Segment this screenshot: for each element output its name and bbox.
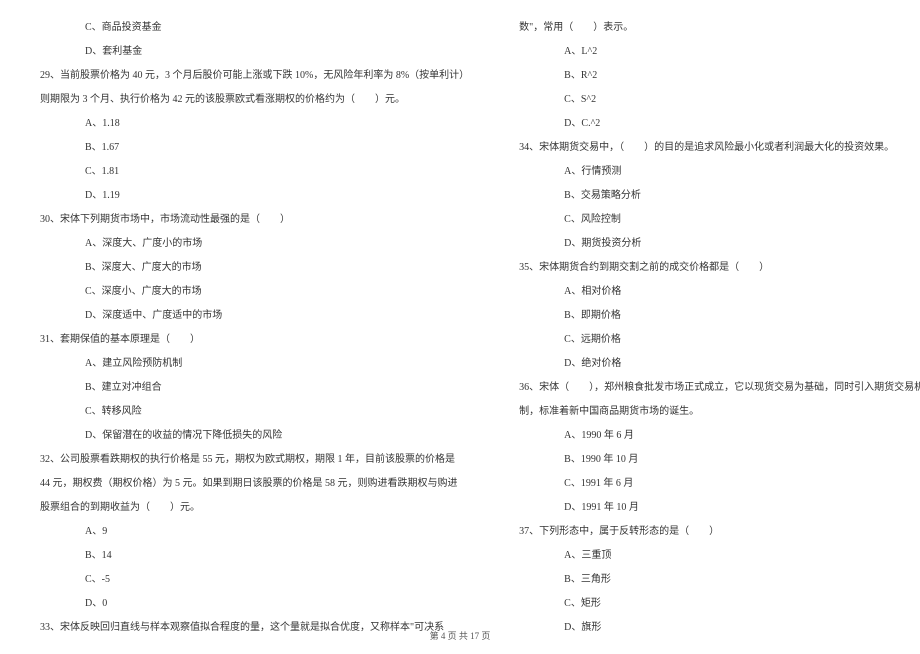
text-line: B、R^2 [519, 68, 920, 84]
text-line: B、14 [40, 548, 469, 564]
text-line: A、深度大、广度小的市场 [40, 236, 469, 252]
text-line: C、转移风险 [40, 404, 469, 420]
text-line: D、期货投资分析 [519, 236, 920, 252]
text-line: A、三重顶 [519, 548, 920, 564]
text-line: A、1.18 [40, 116, 469, 132]
left-column: C、商品投资基金 D、套利基金 29、当前股票价格为 40 元，3 个月后股价可能上… [40, 20, 469, 644]
text-line: D、0 [40, 596, 469, 612]
text-line: D、套利基金 [40, 44, 469, 60]
text-line: 则期限为 3 个月、执行价格为 42 元的该股票欧式看涨期权的价格约为（ ）元。 [40, 92, 469, 108]
text-line: B、即期价格 [519, 308, 920, 324]
text-line: C、深度小、广度大的市场 [40, 284, 469, 300]
text-line: D、1.19 [40, 188, 469, 204]
text-line: 股票组合的到期收益为（ ）元。 [40, 500, 469, 516]
text-line: D、深度适中、广度适中的市场 [40, 308, 469, 324]
text-line: 36、宋体（ ），郑州粮食批发市场正式成立，它以现货交易为基础，同时引入期货交易… [519, 380, 920, 396]
text-line: A、相对价格 [519, 284, 920, 300]
text-line: A、建立风险预防机制 [40, 356, 469, 372]
text-line: 37、下列形态中，属于反转形态的是（ ） [519, 524, 920, 540]
text-line: B、1.67 [40, 140, 469, 156]
text-line: C、1.81 [40, 164, 469, 180]
text-line: B、建立对冲组合 [40, 380, 469, 396]
text-line: B、三角形 [519, 572, 920, 588]
text-line: A、L^2 [519, 44, 920, 60]
text-line: 34、宋体期货交易中，（ ）的目的是追求风险最小化或者利润最大化的投资效果。 [519, 140, 920, 156]
text-line: D、保留潜在的收益的情况下降低损失的风险 [40, 428, 469, 444]
page-footer: 第 4 页 共 17 页 [0, 629, 920, 642]
text-line: 数"，常用（ ）表示。 [519, 20, 920, 36]
text-line: B、交易策略分析 [519, 188, 920, 204]
text-line: 35、宋体期货合约到期交割之前的成交价格都是（ ） [519, 260, 920, 276]
text-line: C、远期价格 [519, 332, 920, 348]
text-line: A、行情预测 [519, 164, 920, 180]
text-line: D、绝对价格 [519, 356, 920, 372]
right-column: 数"，常用（ ）表示。 A、L^2 B、R^2 C、S^2 D、C.^2 34、宋体期货交… [519, 20, 920, 644]
text-line: B、深度大、广度大的市场 [40, 260, 469, 276]
text-line: C、-5 [40, 572, 469, 588]
text-line: 32、公司股票看跌期权的执行价格是 55 元，期权为欧式期权，期限 1 年，目前… [40, 452, 469, 468]
text-line: A、9 [40, 524, 469, 540]
text-line: C、1991 年 6 月 [519, 476, 920, 492]
text-line: 30、宋体下列期货市场中，市场流动性最强的是（ ） [40, 212, 469, 228]
text-line: B、1990 年 10 月 [519, 452, 920, 468]
text-line: A、1990 年 6 月 [519, 428, 920, 444]
text-line: 44 元，期权费（期权价格）为 5 元。如果到期日该股票的价格是 58 元，则购… [40, 476, 469, 492]
text-line: C、商品投资基金 [40, 20, 469, 36]
text-line: D、C.^2 [519, 116, 920, 132]
text-line: C、S^2 [519, 92, 920, 108]
text-line: 31、套期保值的基本原理是（ ） [40, 332, 469, 348]
exam-page: C、商品投资基金 D、套利基金 29、当前股票价格为 40 元，3 个月后股价可能上… [0, 0, 920, 654]
text-line: D、1991 年 10 月 [519, 500, 920, 516]
text-line: 29、当前股票价格为 40 元，3 个月后股价可能上涨或下跌 10%，无风险年利… [40, 68, 469, 84]
text-line: C、矩形 [519, 596, 920, 612]
text-line: C、风险控制 [519, 212, 920, 228]
text-line: 制，标准着新中国商品期货市场的诞生。 [519, 404, 920, 420]
